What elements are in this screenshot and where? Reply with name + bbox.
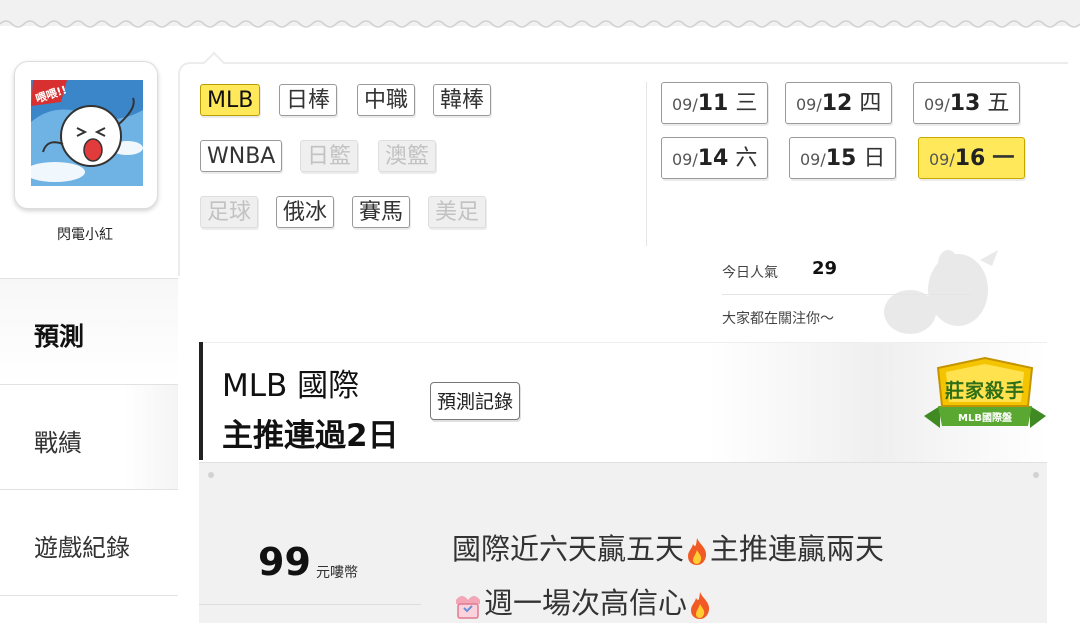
fire-icon: [688, 538, 707, 565]
description-text: 國際近六天贏五天: [452, 532, 685, 566]
date-weekday: 日: [863, 146, 886, 171]
avatar-illustration: [25, 80, 143, 186]
league-japan-basketball-button: 日籃: [300, 140, 359, 172]
fire-icon: [691, 592, 710, 619]
date-month: 09/: [672, 150, 698, 169]
decor-dot: [208, 472, 214, 478]
league-horse-racing-button[interactable]: 賽馬: [352, 196, 411, 228]
menu-item-predict[interactable]: 預測: [0, 278, 178, 384]
date-weekday: 六: [735, 146, 758, 171]
prediction-header-bar: [199, 342, 203, 460]
league-wnba-button[interactable]: WNBA: [200, 140, 283, 172]
date-month: 09/: [796, 95, 822, 114]
date-button-selected[interactable]: 09/16 一: [918, 137, 1026, 179]
date-month: 09/: [929, 150, 955, 169]
league-australia-basketball-button: 澳籃: [378, 140, 437, 172]
description-text: 主推連贏兩天: [710, 532, 885, 566]
panel-divider: [646, 82, 647, 246]
popularity-divider: [722, 294, 972, 295]
league-mlb-button[interactable]: MLB: [200, 84, 261, 116]
menu-item-record[interactable]: 戰績: [0, 384, 178, 490]
date-day: 14: [697, 146, 729, 171]
popularity-label: 今日人氣: [722, 265, 778, 281]
decor-dot: [1033, 472, 1039, 478]
menu-item-game-history[interactable]: 遊戲紀錄: [0, 490, 178, 596]
mascot-watermark: [884, 250, 998, 334]
price-divider: [199, 604, 421, 605]
date-button[interactable]: 09/11 三: [661, 82, 769, 124]
date-month: 09/: [800, 150, 826, 169]
date-day: 13: [949, 91, 981, 116]
league-cpbl-button[interactable]: 中職: [357, 84, 416, 116]
league-nfl-button: 美足: [428, 196, 487, 228]
popularity-value: 29: [812, 258, 838, 279]
league-npb-button[interactable]: 日棒: [279, 84, 338, 116]
date-button[interactable]: 09/13 五: [913, 82, 1021, 124]
date-weekday: 三: [735, 91, 758, 116]
user-avatar[interactable]: 喂喂!!: [14, 61, 158, 209]
prediction-record-button[interactable]: 預測記錄: [430, 382, 521, 420]
bookmaker-killer-badge: 莊家殺手 MLB國際盤: [920, 356, 1050, 436]
badge-subtitle: MLB國際盤: [958, 413, 1012, 424]
prediction-description-line1: 國際近六天贏五天 主推連贏兩天: [452, 526, 884, 568]
user-name: 閃電小紅: [57, 227, 113, 243]
description-text: 週一場次高信心: [484, 586, 688, 620]
date-day: 16: [954, 146, 986, 171]
date-button[interactable]: 09/14 六: [661, 137, 769, 179]
date-day: 15: [825, 146, 857, 171]
date-button[interactable]: 09/12 四: [785, 82, 893, 124]
date-month: 09/: [924, 95, 950, 114]
date-day: 12: [821, 91, 853, 116]
date-button[interactable]: 09/15 日: [789, 137, 897, 179]
popularity-message: 大家都在關注你～: [722, 311, 834, 327]
gift-ribbon-icon: [456, 596, 480, 619]
prediction-title: MLB 國際: [222, 368, 360, 404]
prediction-price: 99: [258, 540, 311, 584]
prediction-subtitle: 主推連過2日: [222, 418, 399, 454]
date-day: 11: [697, 91, 729, 116]
date-weekday: 一: [992, 146, 1015, 171]
league-khl-button[interactable]: 俄冰: [276, 196, 335, 228]
date-weekday: 五: [987, 91, 1010, 116]
badge-title: 莊家殺手: [944, 380, 1025, 402]
prediction-price-unit: 元嘍幣: [316, 565, 358, 581]
date-weekday: 四: [859, 91, 882, 116]
wave-divider: [0, 20, 1080, 28]
date-month: 09/: [672, 95, 698, 114]
league-soccer-button: 足球: [200, 196, 259, 228]
prediction-description-line2: 週一場次高信心: [452, 580, 713, 622]
league-kbo-button[interactable]: 韓棒: [433, 84, 492, 116]
